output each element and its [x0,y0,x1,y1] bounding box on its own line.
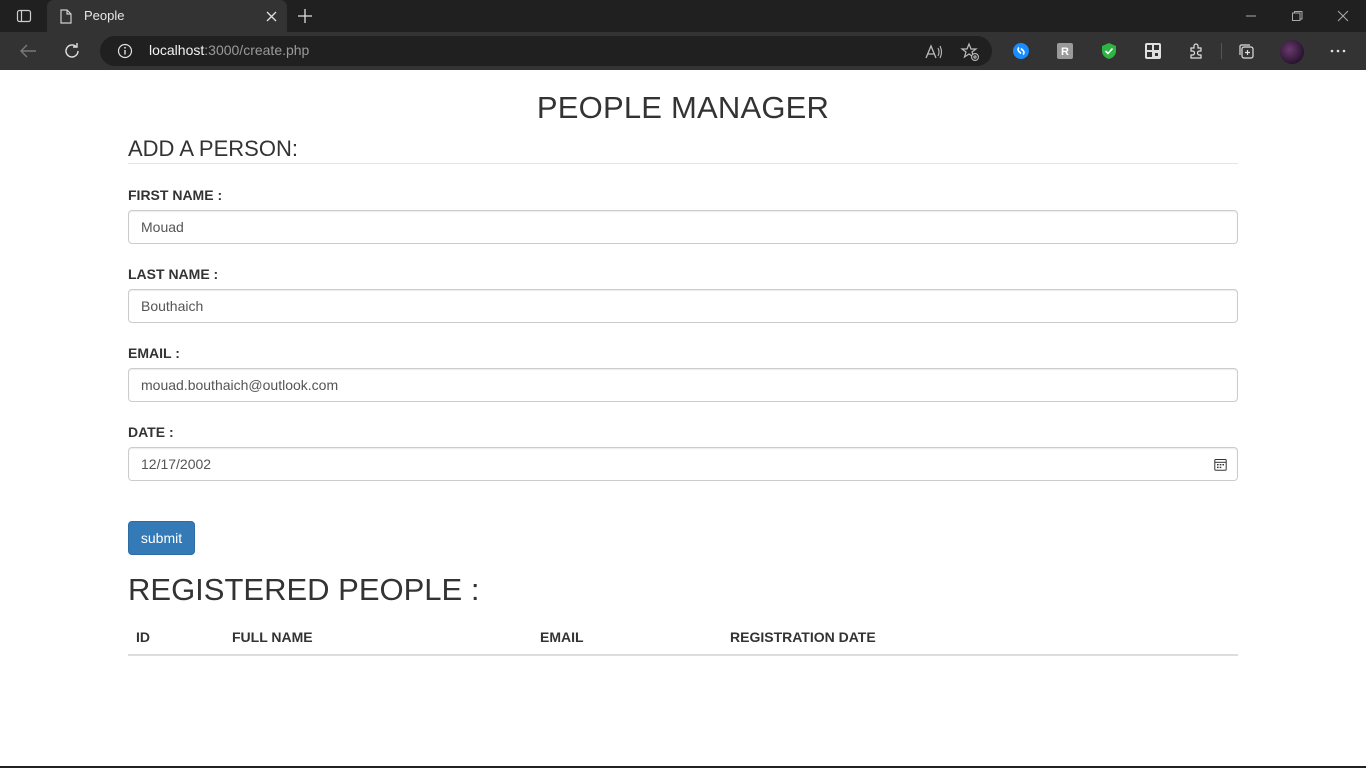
extensions-puzzle-icon[interactable] [1187,41,1207,61]
favorite-star-icon[interactable] [960,42,980,62]
collections-icon[interactable] [1236,41,1256,61]
last-name-input[interactable]: Bouthaich [128,289,1238,323]
more-options-icon[interactable] [1328,41,1348,61]
back-arrow-icon[interactable] [18,41,38,61]
first-name-input[interactable]: Mouad [128,210,1238,244]
browser-tab-active[interactable]: People [47,0,287,32]
tab-title: People [84,8,125,23]
registered-people-heading: REGISTERED PEOPLE : [128,572,480,607]
page-document-icon [59,8,73,24]
svg-text:R: R [1061,46,1069,58]
toolbar-separator [1221,43,1222,59]
site-info-icon[interactable] [117,43,133,59]
email-label: EMAIL : [128,345,180,361]
email-input[interactable]: mouad.bouthaich@outlook.com [128,368,1238,402]
date-input[interactable]: 12/17/2002 [128,447,1238,481]
table-header-email: EMAIL [540,629,584,645]
browser-toolbar: localhost:3000/create.php R [0,32,1366,70]
calendar-icon[interactable] [1213,457,1227,471]
tab-actions-icon[interactable] [10,6,38,26]
table-header-registration-date: REGISTRATION DATE [730,629,876,645]
r-extension-icon[interactable]: R [1055,41,1075,61]
profile-avatar[interactable] [1280,40,1304,64]
qr-code-icon[interactable] [1143,41,1163,61]
minimize-icon[interactable] [1243,8,1259,24]
shield-extension-icon[interactable] [1099,41,1119,61]
date-label: DATE : [128,424,174,440]
refresh-icon[interactable] [62,41,82,61]
url-path: :3000/create.php [204,42,310,58]
new-tab-icon[interactable] [295,6,315,26]
email-value: mouad.bouthaich@outlook.com [141,377,339,393]
heading-divider [128,163,1238,164]
close-window-icon[interactable] [1335,8,1351,24]
read-aloud-icon[interactable] [924,42,944,62]
last-name-label: LAST NAME : [128,266,219,282]
last-name-value: Bouthaich [141,298,204,314]
table-header-id: ID [136,629,150,645]
url-text[interactable]: localhost:3000/create.php [149,42,309,58]
restore-icon[interactable] [1289,8,1305,24]
close-tab-icon[interactable] [263,8,279,24]
browser-tab-bar: People [0,0,1366,32]
url-host: localhost [149,42,205,58]
address-bar[interactable]: localhost:3000/create.php [100,36,992,66]
first-name-value: Mouad [141,219,184,235]
date-value: 12/17/2002 [141,456,212,472]
submit-button[interactable]: submit [128,521,195,555]
table-header-full-name: FULL NAME [232,629,313,645]
page-content: PEOPLE MANAGER ADD A PERSON: FIRST NAME … [0,70,1366,768]
page-title: PEOPLE MANAGER [536,90,830,125]
shazam-extension-icon[interactable] [1011,41,1031,61]
add-person-heading: ADD A PERSON: [128,136,298,161]
first-name-label: FIRST NAME : [128,187,223,203]
table-header-divider [128,654,1238,656]
